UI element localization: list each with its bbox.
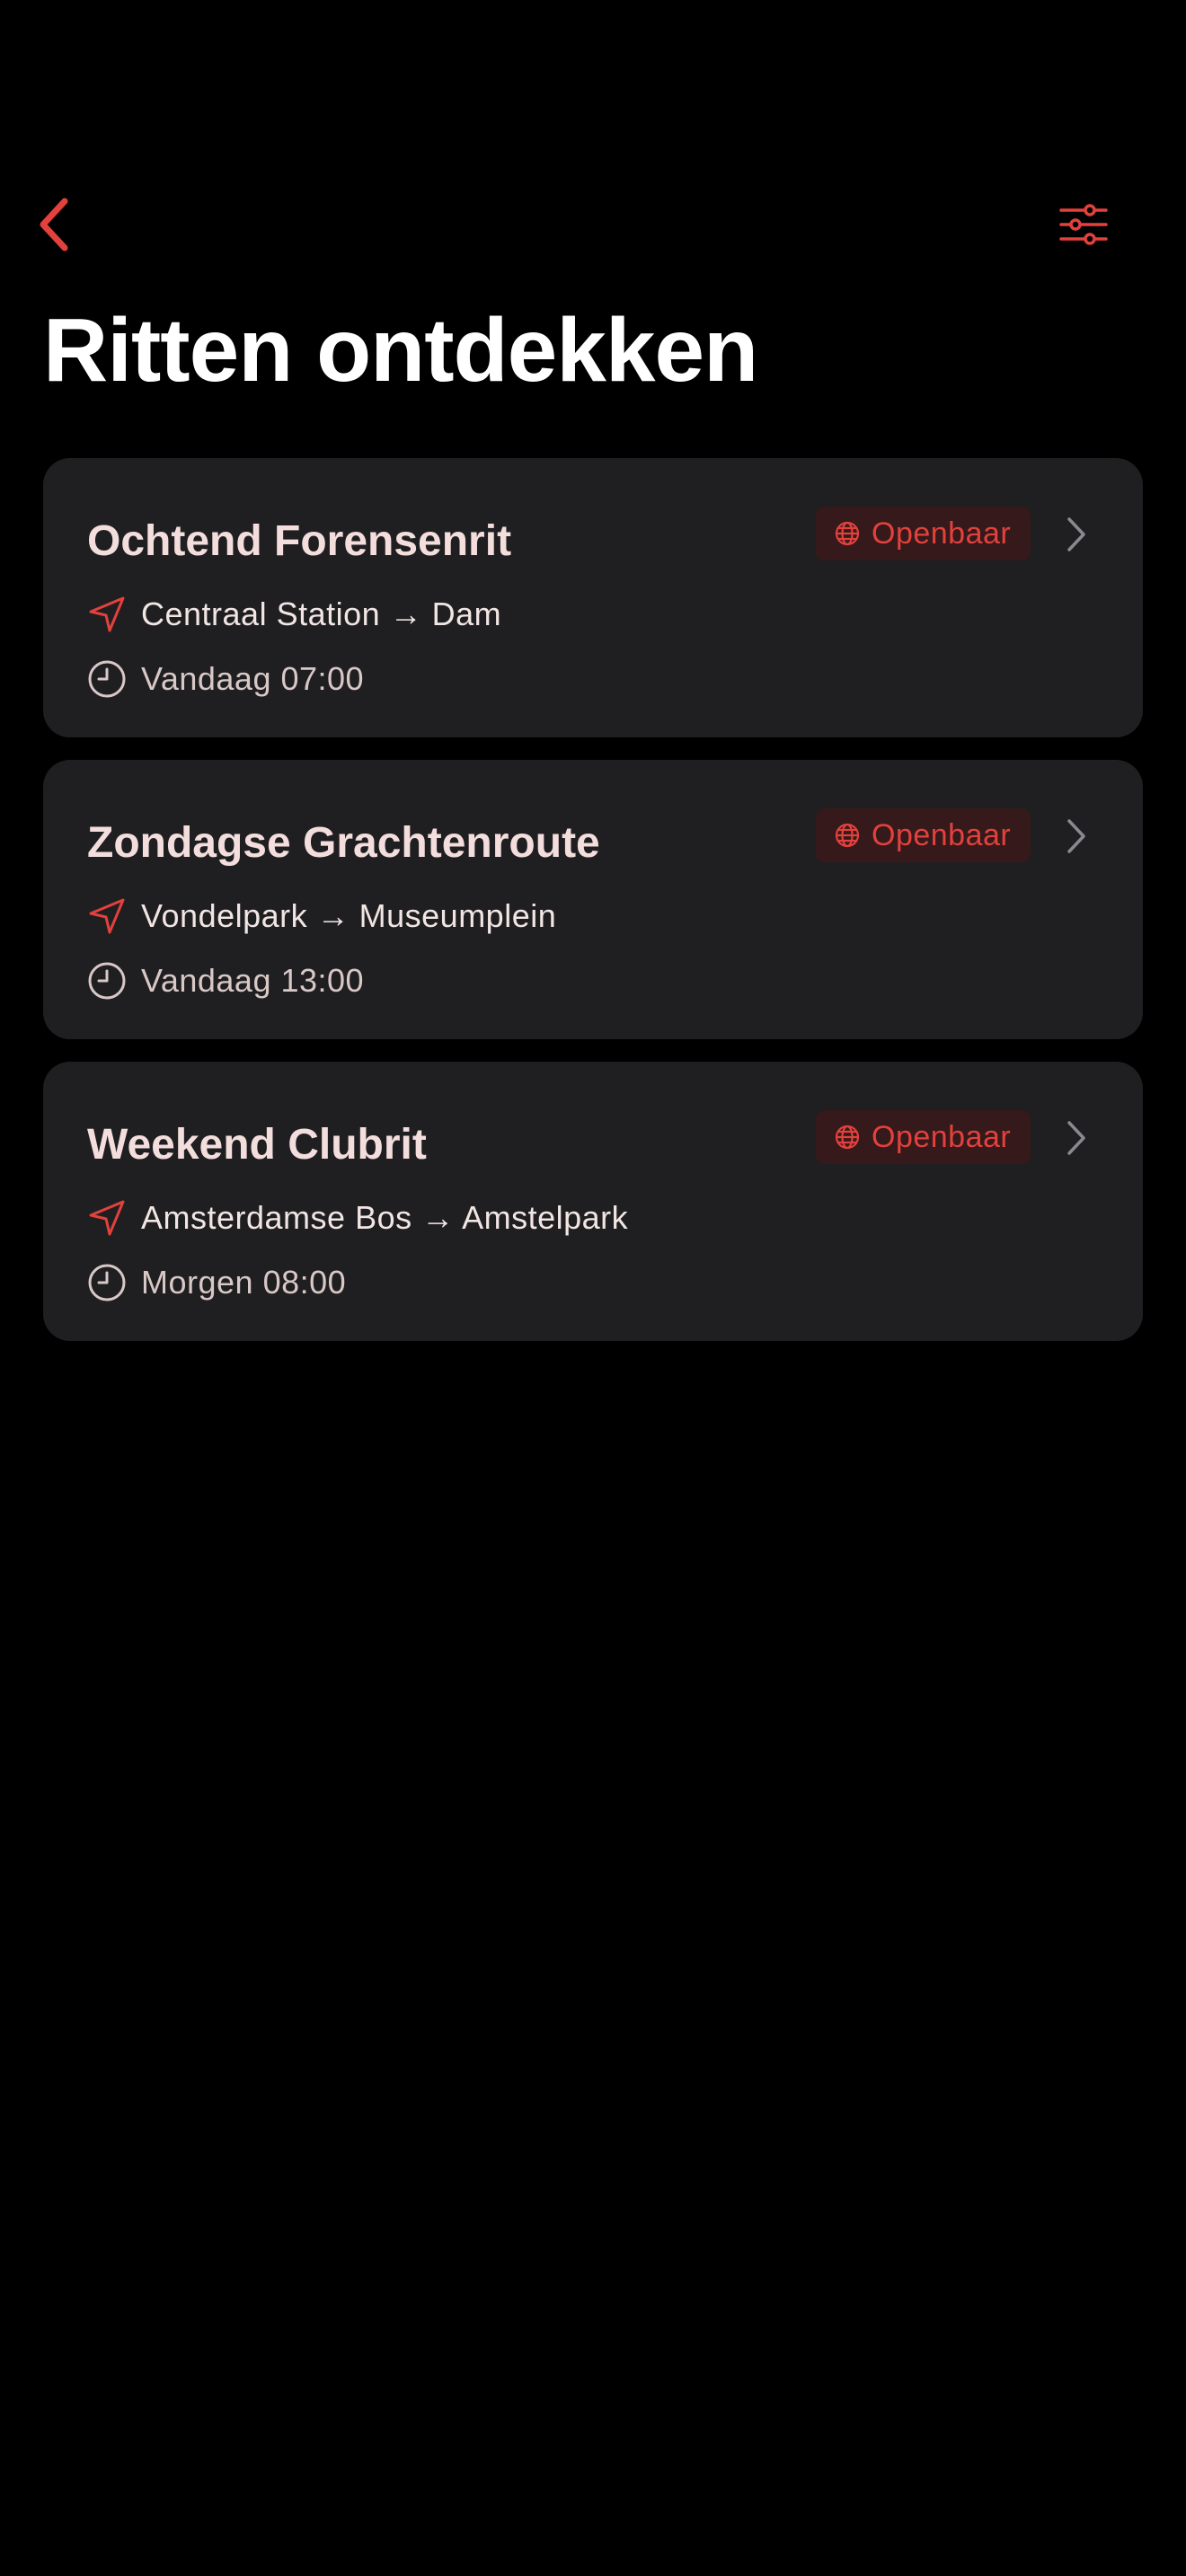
time-row: Vandaag 07:00 (87, 652, 364, 706)
ride-card[interactable]: Ochtend Forensenrit Openbaar Centraal St… (43, 458, 1143, 737)
time-row: Vandaag 13:00 (87, 954, 364, 1008)
route-row: Amsterdamse Bos → Amstelpark (87, 1191, 628, 1245)
sliders-icon (1059, 204, 1108, 245)
clock-icon (87, 659, 127, 699)
chevron-right-icon (1060, 810, 1093, 862)
ride-title: Ochtend Forensenrit (87, 517, 512, 565)
ride-title: Weekend Clubrit (87, 1121, 427, 1169)
visibility-badge: Openbaar (816, 507, 1031, 560)
route-row: Centraal Station → Dam (87, 587, 501, 641)
time-text: Vandaag 13:00 (141, 962, 365, 999)
clock-icon (87, 961, 127, 1001)
route-text: Centraal Station → Dam (141, 595, 502, 632)
globe-icon (835, 823, 860, 848)
page-title: Ritten ontdekken (43, 300, 758, 401)
time-row: Morgen 08:00 (87, 1256, 346, 1310)
ride-card[interactable]: Weekend Clubrit Openbaar Amsterdamse Bos… (43, 1062, 1143, 1341)
visibility-label: Openbaar (872, 1119, 1012, 1154)
navigation-arrow-icon (87, 896, 127, 936)
time-text: Morgen 08:00 (141, 1264, 347, 1301)
navigation-arrow-icon (87, 1198, 127, 1238)
globe-icon (835, 521, 860, 546)
visibility-badge: Openbaar (816, 1110, 1031, 1164)
visibility-badge: Openbaar (816, 808, 1031, 862)
globe-icon (835, 1125, 860, 1150)
chevron-right-icon (1060, 1112, 1093, 1164)
route-text: Vondelpark → Museumplein (141, 897, 557, 934)
route-text: Amsterdamse Bos → Amstelpark (141, 1199, 629, 1236)
chevron-left-icon (40, 198, 68, 251)
filter-button[interactable] (1042, 190, 1125, 259)
ride-list: Ochtend Forensenrit Openbaar Centraal St… (43, 458, 1143, 1363)
ride-title: Zondagse Grachtenroute (87, 819, 600, 867)
navigation-arrow-icon (87, 595, 127, 634)
visibility-label: Openbaar (872, 817, 1012, 852)
navigation-bar (0, 180, 1186, 269)
visibility-label: Openbaar (872, 516, 1012, 551)
route-row: Vondelpark → Museumplein (87, 889, 556, 943)
time-text: Vandaag 07:00 (141, 660, 365, 697)
chevron-right-icon (1060, 508, 1093, 560)
ride-card[interactable]: Zondagse Grachtenroute Openbaar Vondelpa… (43, 760, 1143, 1039)
back-button[interactable] (22, 190, 86, 259)
clock-icon (87, 1263, 127, 1302)
